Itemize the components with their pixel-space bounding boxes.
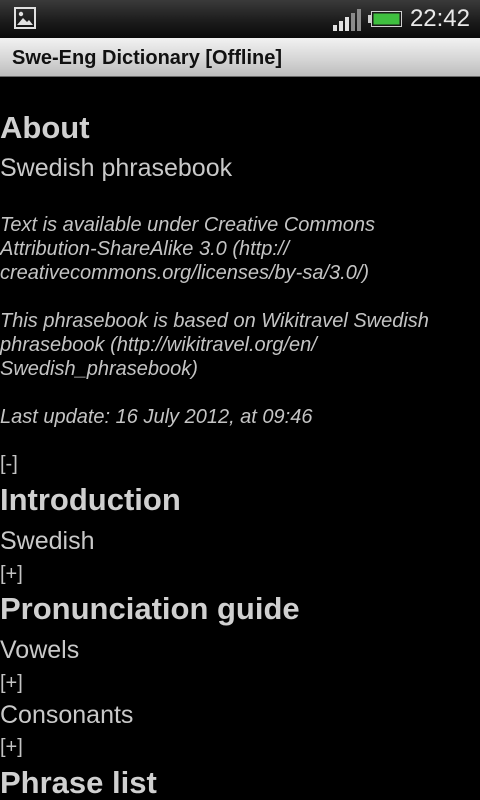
app-title: Swe-Eng Dictionary [Offline] [12, 47, 283, 69]
expand-toggle-vowels[interactable]: [+] [0, 671, 23, 695]
expand-toggle-swedish[interactable]: [+] [0, 562, 23, 586]
status-bar: 22:42 [0, 0, 480, 39]
section-heading-phrase-list[interactable]: Phrase list [0, 765, 157, 800]
source-text: This phrasebook is based on Wikitravel S… [0, 310, 429, 380]
expand-toggle-consonants[interactable]: [+] [0, 735, 23, 759]
title-bar: Swe-Eng Dictionary [Offline] [0, 38, 480, 77]
license-text: Text is available under Creative Commons… [0, 214, 375, 284]
signal-icon [333, 9, 361, 31]
section-heading-introduction[interactable]: Introduction [0, 482, 181, 518]
dictionary-content[interactable]: About Swedish phrasebook Text is availab… [0, 77, 480, 800]
section-heading-pronunciation[interactable]: Pronunciation guide [0, 591, 300, 627]
battery-icon [368, 11, 402, 27]
list-item-consonants[interactable]: Consonants [0, 700, 133, 730]
gallery-icon [14, 7, 36, 29]
list-item-vowels[interactable]: Vowels [0, 635, 79, 665]
about-subtitle: Swedish phrasebook [0, 154, 233, 182]
collapse-toggle-about[interactable]: [-] [0, 452, 18, 476]
status-time: 22:42 [409, 5, 470, 32]
list-item-swedish[interactable]: Swedish [0, 526, 95, 556]
last-update-text: Last update: 16 July 2012, at 09:46 [0, 406, 313, 428]
section-heading-about: About [0, 110, 90, 145]
